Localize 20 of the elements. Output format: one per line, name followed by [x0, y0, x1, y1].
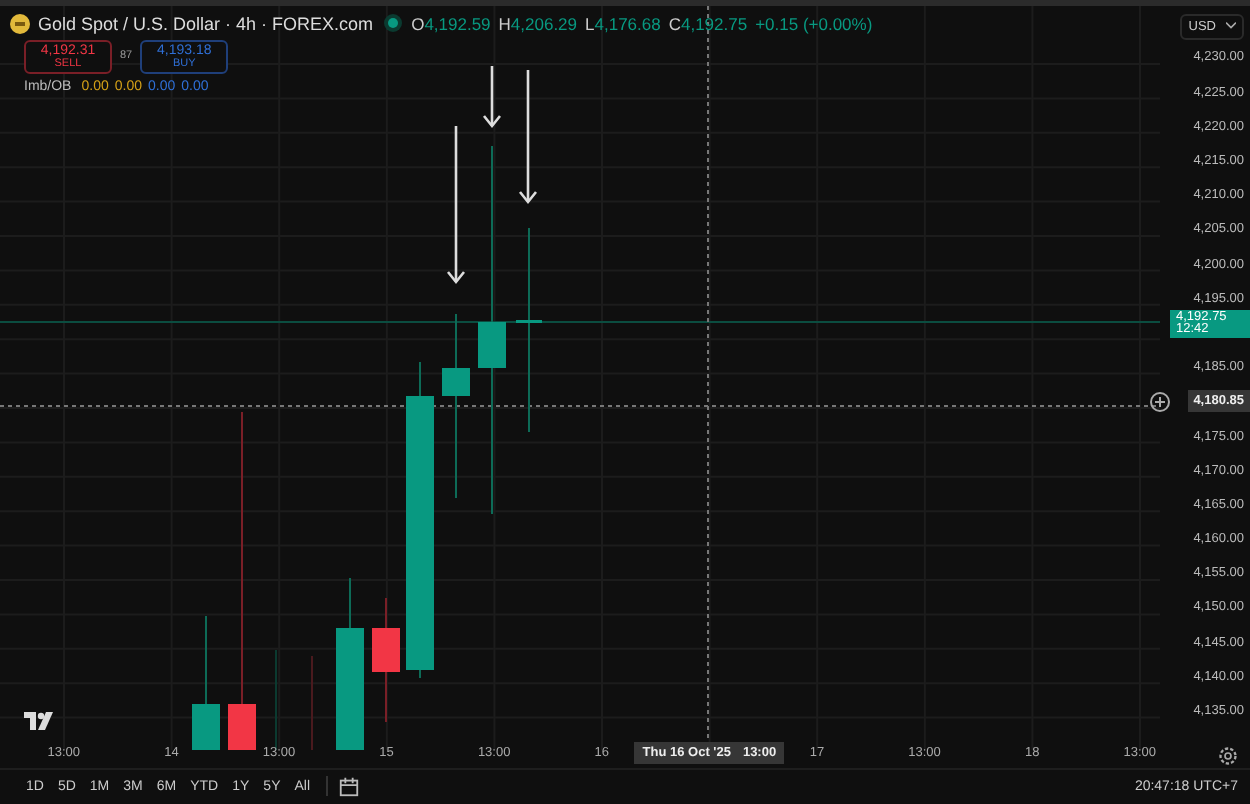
ohlc-value: 4,176.68 [594, 13, 661, 34]
candle [372, 596, 400, 723]
add-icon[interactable] [1148, 389, 1172, 414]
ohlc-value: 4,192.75 [680, 13, 748, 34]
settings-icon[interactable] [1218, 745, 1238, 766]
down-arrow [483, 65, 501, 128]
ohlc-key: C [668, 13, 681, 34]
logo-icon [24, 711, 56, 730]
price-change: +0.15 (+0.00%) [755, 13, 873, 34]
ohlc-value: 4,192.59 [424, 13, 491, 34]
ohlc-key: L [585, 13, 595, 34]
symbol-title[interactable]: Gold Spot / U.S. Dollar · 4h · FOREX.com [38, 13, 374, 34]
caret-icon [1226, 22, 1236, 31]
ohlc-key: H [498, 13, 511, 34]
ohlc-value: 4,206.29 [510, 13, 578, 34]
candle [192, 614, 220, 750]
calendar-icon[interactable] [338, 775, 361, 798]
down-arrow [519, 69, 537, 204]
ohlc-key: O [411, 13, 425, 34]
coin-icon [10, 13, 30, 34]
